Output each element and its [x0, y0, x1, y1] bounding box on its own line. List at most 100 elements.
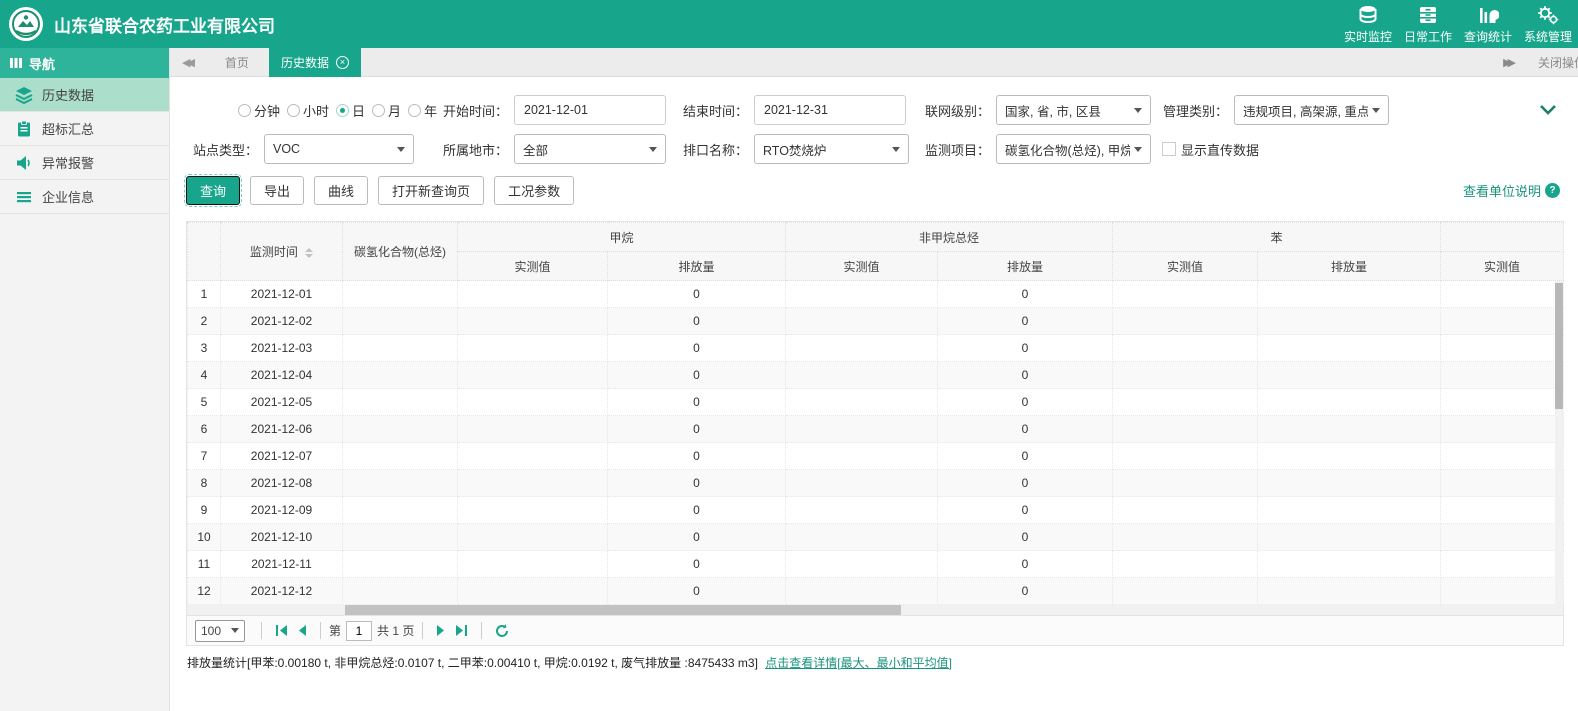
export-button[interactable]: 导出	[250, 176, 304, 205]
sidebar-item-exceed-summary[interactable]: 超标汇总	[0, 112, 169, 146]
next-page-button[interactable]	[436, 625, 445, 636]
stats-detail-link[interactable]: 点击查看详情[最大、最小和平均值]	[765, 656, 952, 670]
unit-help-link[interactable]: 查看单位说明 ?	[1463, 181, 1560, 200]
value-cell	[1258, 362, 1441, 389]
row-number-cell: 9	[188, 497, 221, 524]
value-cell	[458, 335, 608, 362]
nav-daily-work[interactable]: 日常工作	[1398, 3, 1458, 45]
value-cell	[1258, 443, 1441, 470]
value-cell	[1258, 308, 1441, 335]
table-row: 52021-12-0500	[188, 389, 1564, 416]
end-time-input[interactable]	[754, 95, 906, 125]
subheader-measured: 实测值	[458, 252, 608, 281]
city-select[interactable]: 全部	[514, 134, 666, 164]
start-time-input[interactable]	[514, 95, 666, 125]
tab-home[interactable]: 首页	[225, 54, 249, 71]
tabs-scroll-left-icon[interactable]: ◀◀	[182, 56, 191, 69]
value-cell: 0	[608, 497, 786, 524]
value-cell	[786, 389, 938, 416]
radio-hour[interactable]: 小时	[287, 101, 329, 120]
value-cell: 0	[608, 524, 786, 551]
radio-day[interactable]: 日	[336, 101, 365, 120]
prev-page-button[interactable]	[298, 625, 307, 636]
nav-system-admin[interactable]: 系统管理	[1518, 3, 1578, 45]
value-cell: 0	[608, 308, 786, 335]
query-button[interactable]: 查询	[186, 176, 240, 205]
nav-query-stats[interactable]: 查询统计	[1458, 3, 1518, 45]
tabs-scroll-right-icon[interactable]: ▶▶	[1503, 56, 1512, 69]
value-cell	[1258, 551, 1441, 578]
page-prefix: 第	[329, 622, 341, 639]
value-cell	[343, 416, 458, 443]
subheader-measured: 实测值	[786, 252, 938, 281]
page-size-select[interactable]: 100	[195, 620, 245, 642]
group-header-nmhc: 非甲烷总烃	[786, 223, 1113, 252]
value-cell	[343, 578, 458, 605]
table-row: 92021-12-0900	[188, 497, 1564, 524]
end-time-label: 结束时间：	[676, 101, 748, 120]
date-cell[interactable]: 2021-12-11	[221, 551, 343, 578]
vertical-scrollbar[interactable]	[1555, 281, 1563, 605]
last-page-button[interactable]	[455, 625, 468, 636]
header-nav: 实时监控 日常工作 查询统计 系统管理	[1338, 3, 1578, 45]
monitor-items-select[interactable]: 碳氢化合物(总烃), 甲烷, 非	[996, 134, 1151, 164]
value-cell	[458, 281, 608, 308]
radio-minute[interactable]: 分钟	[238, 101, 280, 120]
manage-category-select[interactable]: 违规项目, 高架源, 重点排污	[1234, 95, 1389, 125]
station-type-label: 站点类型：	[186, 140, 258, 159]
date-cell[interactable]: 2021-12-04	[221, 362, 343, 389]
value-cell: 0	[938, 389, 1113, 416]
close-operations-menu[interactable]: 关闭操作	[1538, 54, 1578, 71]
sidebar-item-abnormal-alarm[interactable]: 异常报警	[0, 146, 169, 180]
company-title: 山东省联合农药工业有限公司	[54, 12, 1338, 37]
first-page-button[interactable]	[275, 625, 288, 636]
outlet-name-select[interactable]: RTO焚烧炉	[754, 134, 909, 164]
value-cell	[786, 470, 938, 497]
radio-year[interactable]: 年	[408, 101, 437, 120]
value-cell: 0	[938, 335, 1113, 362]
close-tab-icon[interactable]: ×	[336, 56, 349, 69]
radio-month[interactable]: 月	[372, 101, 401, 120]
column-header-time[interactable]: 监测时间	[221, 223, 343, 281]
date-cell[interactable]: 2021-12-12	[221, 578, 343, 605]
date-cell[interactable]: 2021-12-08	[221, 470, 343, 497]
curve-button[interactable]: 曲线	[314, 176, 368, 205]
refresh-icon[interactable]	[495, 624, 509, 638]
date-cell[interactable]: 2021-12-09	[221, 497, 343, 524]
tab-history-data[interactable]: 历史数据 ×	[269, 48, 361, 77]
page-total: 共 1 页	[377, 622, 414, 639]
horizontal-scrollbar[interactable]	[187, 605, 1563, 615]
sidebar-item-history-data[interactable]: 历史数据	[0, 78, 169, 112]
company-logo-icon	[8, 6, 44, 42]
date-cell[interactable]: 2021-12-06	[221, 416, 343, 443]
subheader-measured: 实测值	[1441, 252, 1564, 281]
value-cell	[1113, 308, 1258, 335]
table-row: 122021-12-1200	[188, 578, 1564, 605]
condition-params-button[interactable]: 工况参数	[494, 176, 574, 205]
nav-realtime-monitor[interactable]: 实时监控	[1338, 3, 1398, 45]
value-cell: 0	[608, 362, 786, 389]
horizontal-scrollbar-thumb[interactable]	[345, 605, 901, 615]
sidebar-item-company-info[interactable]: 企业信息	[0, 180, 169, 214]
direct-data-checkbox[interactable]	[1162, 142, 1176, 156]
vertical-scrollbar-thumb[interactable]	[1555, 283, 1563, 409]
date-cell[interactable]: 2021-12-03	[221, 335, 343, 362]
group-header-methane: 甲烷	[458, 223, 786, 252]
group-header-next	[1441, 223, 1564, 252]
value-cell	[1441, 578, 1564, 605]
value-cell	[1113, 335, 1258, 362]
date-cell[interactable]: 2021-12-01	[221, 281, 343, 308]
network-level-select[interactable]: 国家, 省, 市, 区县	[996, 95, 1151, 125]
date-cell[interactable]: 2021-12-02	[221, 308, 343, 335]
station-type-select[interactable]: VOC	[264, 134, 414, 164]
date-cell[interactable]: 2021-12-05	[221, 389, 343, 416]
value-cell	[1258, 497, 1441, 524]
page-number-input[interactable]	[346, 621, 372, 641]
value-cell	[343, 362, 458, 389]
collapse-filters-icon[interactable]	[1540, 103, 1556, 118]
date-cell[interactable]: 2021-12-07	[221, 443, 343, 470]
value-cell: 0	[608, 416, 786, 443]
value-cell	[343, 281, 458, 308]
open-new-query-button[interactable]: 打开新查询页	[378, 176, 484, 205]
date-cell[interactable]: 2021-12-10	[221, 524, 343, 551]
